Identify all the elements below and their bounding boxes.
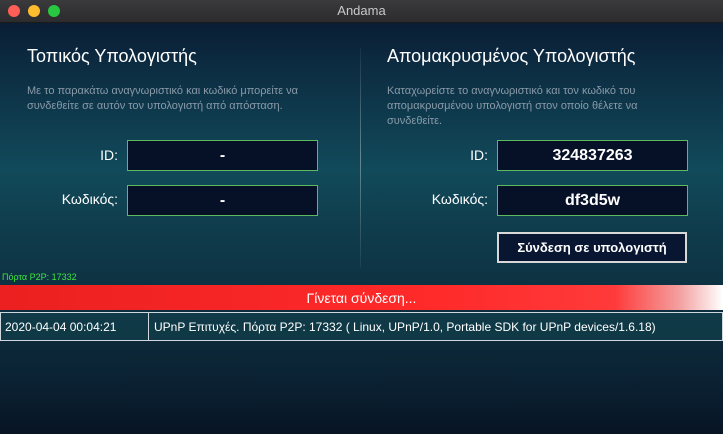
remote-id-label: ID: bbox=[470, 147, 488, 163]
connection-status-bar: Γίνεται σύνδεση... bbox=[0, 285, 723, 310]
p2p-port-status: Πόρτα P2P: 17332 bbox=[2, 272, 77, 282]
window-title: Andama bbox=[337, 3, 386, 18]
local-id-field: - bbox=[127, 140, 318, 171]
local-panel-title: Τοπικός Υπολογιστής bbox=[27, 46, 197, 66]
remote-panel-description: Καταχωρείστε το αναγνωριστικό και τον κω… bbox=[387, 85, 638, 127]
title-bar[interactable]: Andama bbox=[0, 0, 723, 23]
panel-divider bbox=[360, 48, 361, 268]
remote-panel-title: Απομακρυσμένος Υπολογιστής bbox=[387, 46, 636, 66]
local-id-label: ID: bbox=[100, 147, 118, 163]
remote-password-input[interactable]: df3d5w bbox=[497, 185, 688, 216]
remote-id-input[interactable]: 324837263 bbox=[497, 140, 688, 171]
log-timestamp: 2020-04-04 00:04:21 bbox=[1, 313, 149, 340]
local-password-field: - bbox=[127, 185, 318, 216]
local-panel-description: Με το παρακάτω αναγνωριστικό και κωδικό … bbox=[27, 85, 299, 112]
log-message: UPnP Επιτυχές. Πόρτα P2P: 17332 ( Linux,… bbox=[154, 319, 656, 334]
remote-password-label: Κωδικός: bbox=[431, 191, 488, 207]
app-window: Andama Τοπικός Υπολογιστής Με το παρακάτ… bbox=[0, 0, 723, 434]
connect-button[interactable]: Σύνδεση σε υπολογιστή bbox=[497, 232, 687, 263]
connection-status-text: Γίνεται σύνδεση... bbox=[306, 289, 417, 306]
log-table[interactable]: 2020-04-04 00:04:21 UPnP Επιτυχές. Πόρτα… bbox=[0, 312, 723, 341]
local-password-label: Κωδικός: bbox=[61, 191, 118, 207]
